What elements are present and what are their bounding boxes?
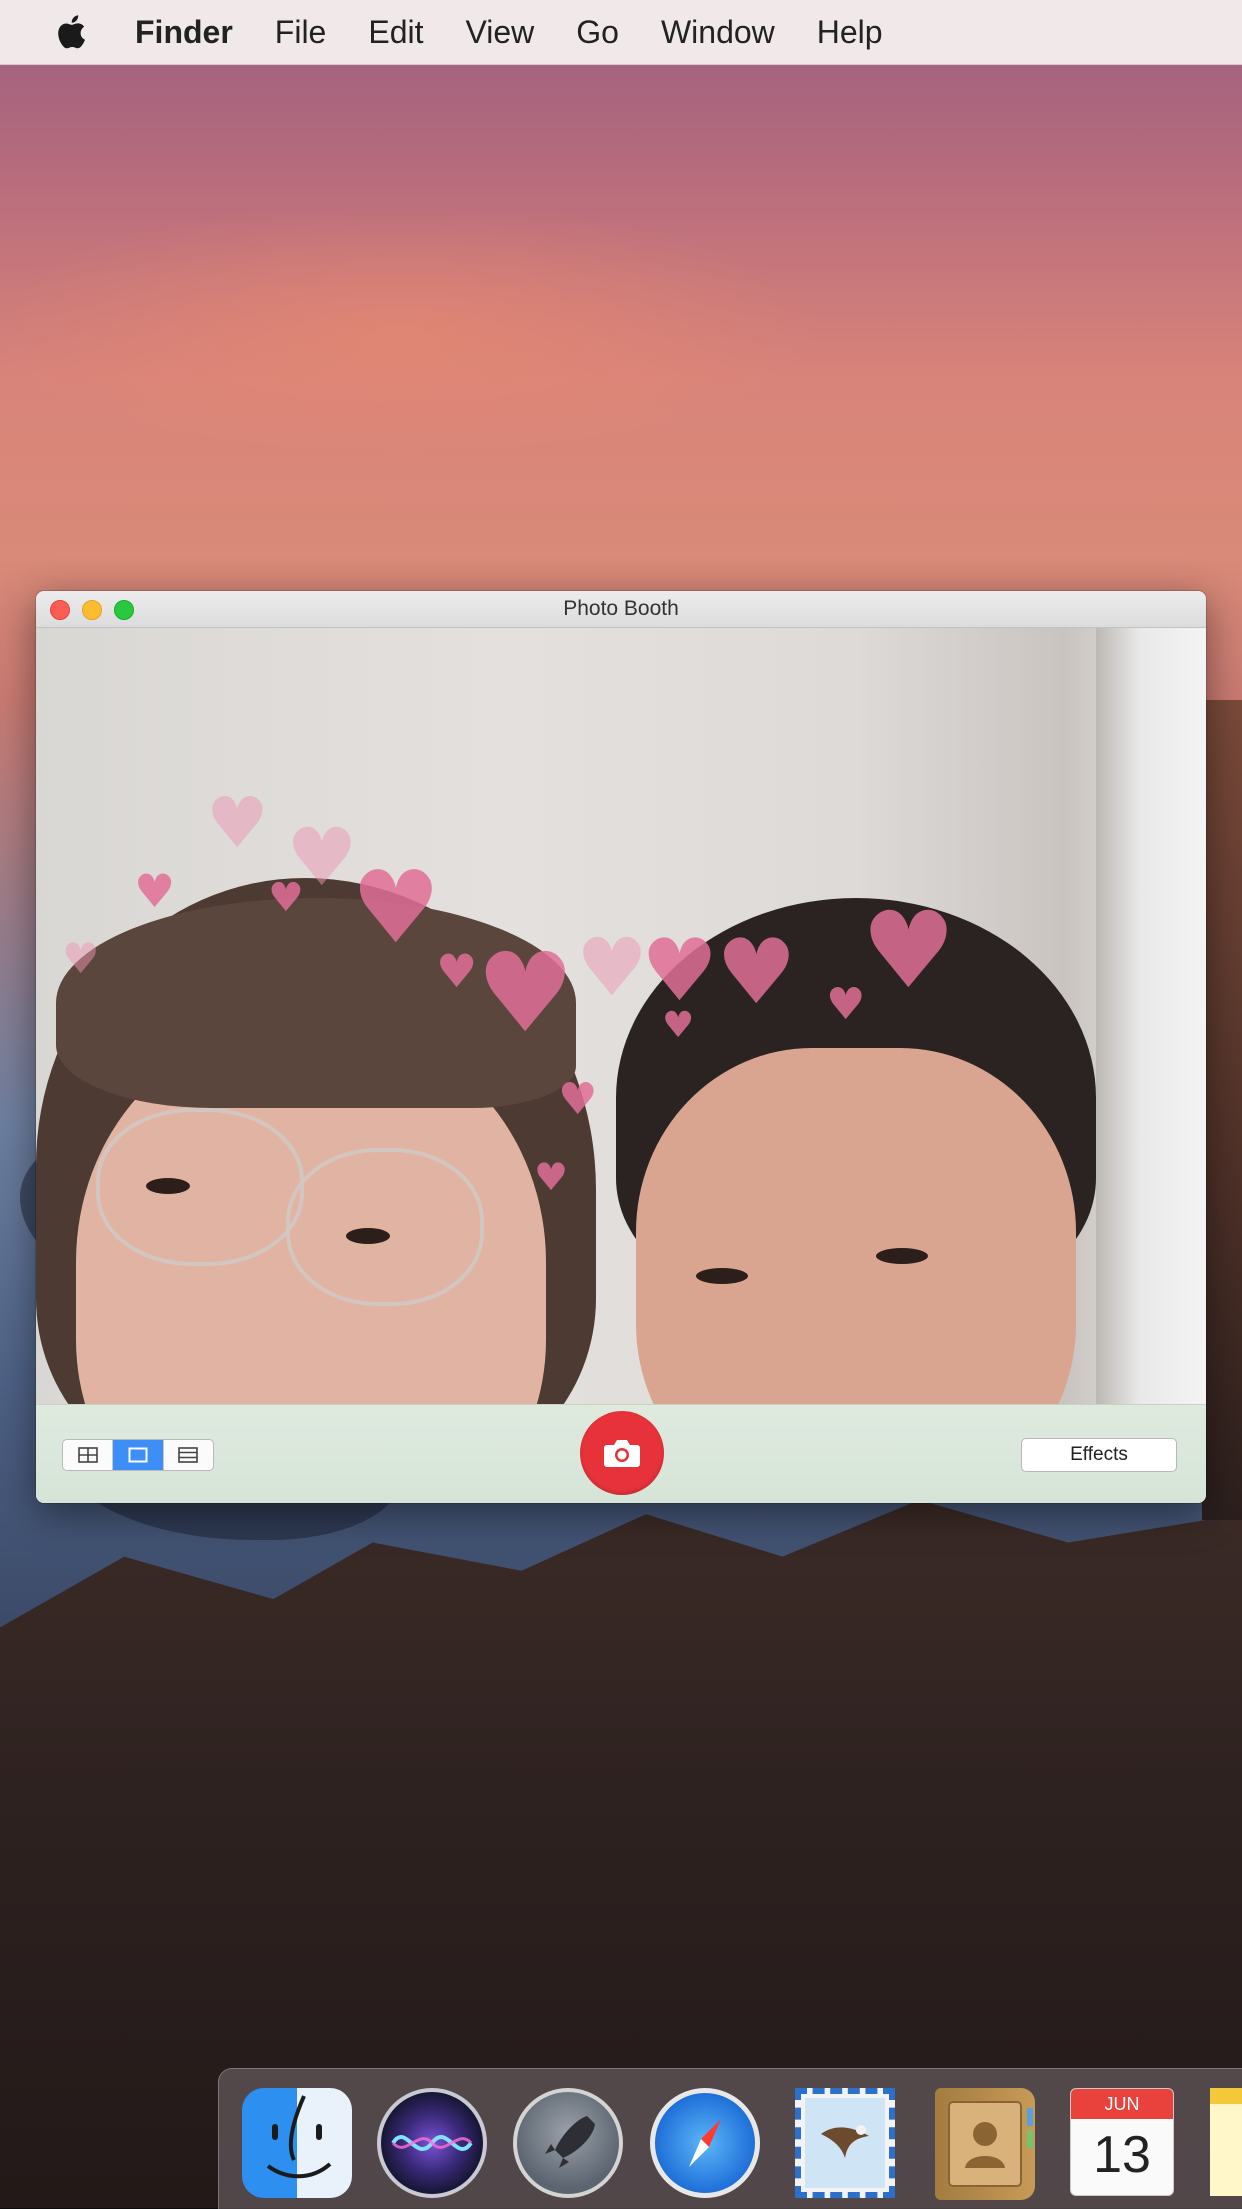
photo-booth-window: Photo Booth ♥ ♥ ♥ ♥ ♥ ♥ ♥ ♥ ♥ ♥ ♥ ♥ ♥ ♥ … bbox=[36, 591, 1206, 1503]
safari-dock-icon[interactable] bbox=[650, 2088, 760, 2198]
siri-wave-icon bbox=[391, 2134, 473, 2152]
eye bbox=[876, 1248, 928, 1264]
heart-effect: ♥ bbox=[558, 1074, 598, 1125]
menu-finder[interactable]: Finder bbox=[135, 0, 233, 64]
heart-effect: ♥ bbox=[476, 929, 575, 1057]
menu-window[interactable]: Window bbox=[661, 0, 775, 64]
filmstrip-icon bbox=[178, 1447, 199, 1463]
calendar-day: 13 bbox=[1093, 2126, 1151, 2184]
wallpaper-cliff bbox=[1202, 700, 1242, 1520]
rocket-icon bbox=[545, 2116, 595, 2168]
filmstrip-view-button[interactable] bbox=[164, 1440, 213, 1470]
four-up-view-button[interactable] bbox=[63, 1440, 114, 1470]
eye bbox=[696, 1268, 748, 1284]
take-photo-button[interactable] bbox=[580, 1411, 664, 1495]
menu-view[interactable]: View bbox=[465, 0, 534, 64]
heart-effect: ♥ bbox=[716, 920, 797, 1025]
menu-edit[interactable]: Edit bbox=[368, 0, 423, 64]
heart-effect: ♥ bbox=[641, 921, 719, 1021]
menu-file[interactable]: File bbox=[275, 0, 327, 64]
view-mode-selector bbox=[62, 1439, 214, 1471]
glasses-lens-left bbox=[96, 1108, 304, 1266]
mail-dock-icon[interactable] bbox=[795, 2088, 895, 2198]
contacts-dock-icon[interactable] bbox=[935, 2088, 1035, 2200]
window-title: Photo Booth bbox=[563, 597, 679, 620]
heart-effect: ♥ bbox=[436, 944, 478, 998]
finder-dock-icon[interactable] bbox=[242, 2088, 352, 2198]
single-frame-icon bbox=[128, 1447, 148, 1463]
camera-preview: ♥ ♥ ♥ ♥ ♥ ♥ ♥ ♥ ♥ ♥ ♥ ♥ ♥ ♥ ♥ ♥ bbox=[36, 628, 1206, 1404]
heart-effect: ♥ bbox=[662, 1005, 695, 1046]
heart-effect: ♥ bbox=[861, 889, 957, 1012]
heart-effect: ♥ bbox=[134, 864, 176, 918]
glasses-lens-right bbox=[286, 1148, 484, 1306]
heart-effect: ♥ bbox=[206, 782, 269, 864]
heart-effect: ♥ bbox=[268, 875, 304, 921]
camera-icon bbox=[604, 1440, 640, 1467]
menu-bar: Finder File Edit View Go Window Help bbox=[0, 0, 1242, 65]
person-right-face bbox=[636, 1048, 1076, 1404]
apple-menu-icon[interactable] bbox=[54, 13, 88, 51]
background-wall bbox=[1096, 628, 1206, 1404]
photo-booth-toolbar: Effects bbox=[36, 1404, 1206, 1503]
eagle-stamp-icon bbox=[805, 2098, 885, 2188]
menu-go[interactable]: Go bbox=[576, 0, 619, 64]
contact-card-icon bbox=[948, 2101, 1033, 2187]
calendar-dock-icon[interactable]: JUN 13 bbox=[1070, 2088, 1174, 2196]
menu-help[interactable]: Help bbox=[817, 0, 883, 64]
heart-effect: ♥ bbox=[62, 934, 100, 983]
grid-icon bbox=[77, 1447, 98, 1463]
heart-effect: ♥ bbox=[576, 921, 648, 1014]
launchpad-dock-icon[interactable] bbox=[513, 2088, 623, 2198]
notes-dock-icon[interactable] bbox=[1210, 2088, 1242, 2196]
window-titlebar[interactable]: Photo Booth bbox=[36, 591, 1206, 628]
heart-effect: ♥ bbox=[534, 1155, 569, 1199]
finder-face-icon bbox=[266, 2095, 332, 2179]
heart-effect: ♥ bbox=[351, 849, 441, 966]
single-view-button[interactable] bbox=[113, 1440, 164, 1470]
compass-icon bbox=[689, 2119, 721, 2167]
effects-button[interactable]: Effects bbox=[1021, 1438, 1177, 1472]
eye bbox=[346, 1228, 390, 1244]
calendar-month: JUN bbox=[1071, 2089, 1173, 2119]
siri-dock-icon[interactable] bbox=[377, 2088, 487, 2198]
heart-effect: ♥ bbox=[826, 979, 866, 1030]
eye bbox=[146, 1178, 190, 1194]
